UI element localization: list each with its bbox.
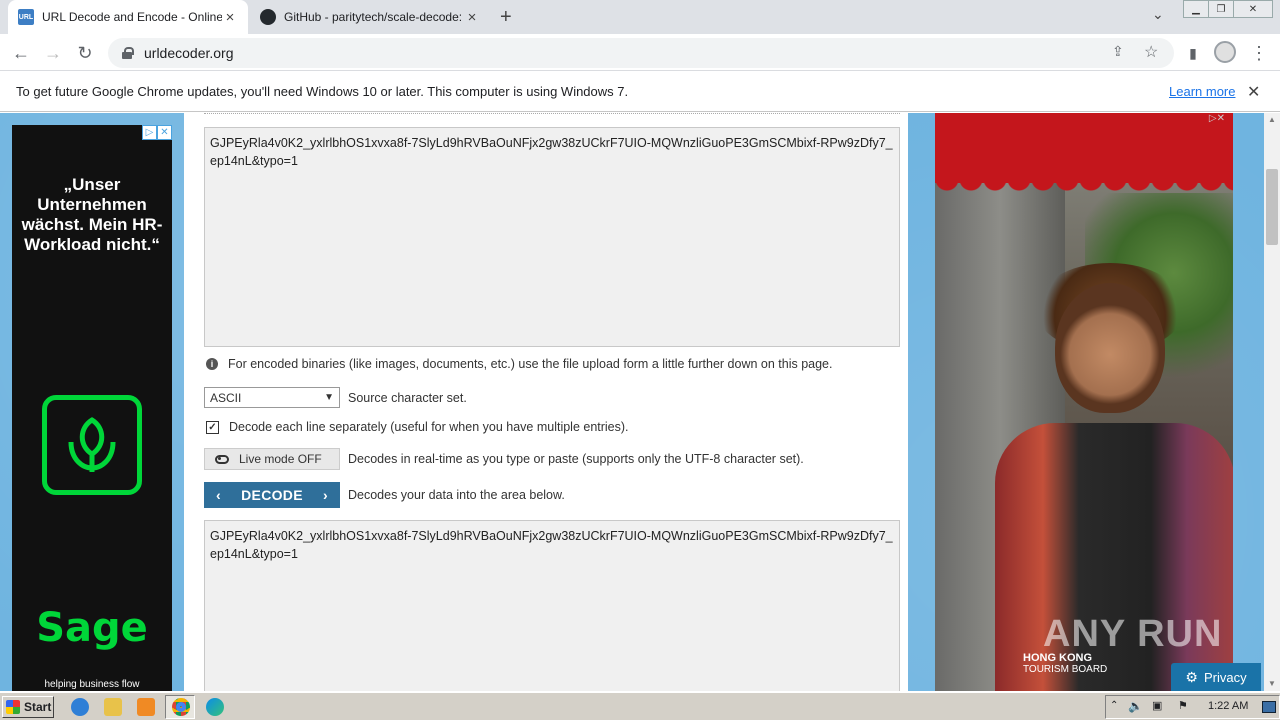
close-icon[interactable]: × bbox=[464, 9, 480, 26]
scrollbar-thumb[interactable] bbox=[1266, 169, 1278, 245]
info-icon: i bbox=[206, 358, 218, 370]
left-advertisement[interactable]: ▷ ✕ „Unser Unternehmen wächst. Mein HR-W… bbox=[12, 125, 172, 691]
reload-icon[interactable]: ↻ bbox=[72, 40, 98, 66]
minimize-icon[interactable]: ▁ bbox=[1183, 0, 1209, 18]
ad-close-icon[interactable]: ✕ bbox=[157, 125, 172, 140]
live-mode-desc: Decodes in real-time as you type or past… bbox=[348, 452, 804, 466]
tab-github[interactable]: GitHub - paritytech/scale-decode: De × bbox=[250, 0, 490, 34]
anyrun-watermark: ANY RUN bbox=[1043, 613, 1223, 655]
chevron-left-icon: ‹ bbox=[216, 487, 221, 503]
lock-icon bbox=[122, 47, 134, 59]
tab-title: URL Decode and Encode - Online bbox=[42, 10, 222, 24]
tab-strip: URL URL Decode and Encode - Online × Git… bbox=[0, 0, 1280, 34]
tab-url-decoder[interactable]: URL URL Decode and Encode - Online × bbox=[8, 0, 248, 34]
decode-row: ‹ DECODE › Decodes your data into the ar… bbox=[204, 482, 565, 508]
windows-logo-icon bbox=[6, 700, 20, 714]
address-bar[interactable]: urldecoder.org ⇪ ☆ bbox=[108, 38, 1174, 68]
page-scrollbar[interactable]: ▲ ▼ bbox=[1264, 113, 1280, 691]
start-button[interactable]: Start bbox=[2, 696, 54, 718]
flag-icon[interactable]: ⚑ bbox=[1178, 699, 1188, 712]
windows-taskbar: Start ⌃ 🔈 ▣ ⚑ 1:22 AM bbox=[0, 692, 1280, 720]
folder-icon[interactable] bbox=[104, 698, 122, 716]
urldecoder-favicon-icon: URL bbox=[18, 9, 34, 25]
new-tab-icon[interactable]: + bbox=[500, 6, 512, 29]
each-line-label: Decode each line separately (useful for … bbox=[229, 420, 629, 434]
adchoices-icon[interactable]: ▷ bbox=[142, 125, 157, 140]
system-tray: ⌃ 🔈 ▣ ⚑ bbox=[1105, 695, 1280, 719]
github-icon bbox=[260, 9, 276, 25]
browser-toolbar: ← → ↻ urldecoder.org ⇪ ☆ ▮ ⋮ bbox=[0, 34, 1280, 71]
sage-logo: Sage bbox=[36, 605, 148, 651]
charset-row: ASCII ▼ Source character set. bbox=[204, 387, 467, 408]
back-icon[interactable]: ← bbox=[8, 40, 34, 66]
window-close-icon[interactable]: ✕ bbox=[1233, 0, 1273, 18]
restore-icon[interactable]: ❐ bbox=[1208, 0, 1234, 18]
media-player-icon[interactable] bbox=[137, 698, 155, 716]
binary-note-text: For encoded binaries (like images, docum… bbox=[228, 357, 833, 371]
edge-icon[interactable] bbox=[206, 698, 224, 716]
output-textarea[interactable]: GJPEyRla4v0K2_yxlrlbhOS1xvxa8f-7SlyLd9hR… bbox=[204, 520, 900, 691]
url-text: urldecoder.org bbox=[144, 45, 234, 61]
forward-icon[interactable]: → bbox=[40, 40, 66, 66]
show-desktop-icon[interactable] bbox=[1262, 701, 1276, 713]
menu-kebab-icon[interactable]: ⋮ bbox=[1246, 40, 1272, 66]
scroll-up-icon[interactable]: ▲ bbox=[1268, 115, 1276, 124]
right-advertisement[interactable]: ANY RUN HONG KONG TOURISM BOARD ▷✕ bbox=[935, 113, 1233, 691]
gear-icon: ⚙ bbox=[1185, 668, 1198, 685]
privacy-button[interactable]: ⚙ Privacy bbox=[1171, 663, 1261, 691]
volume-icon[interactable]: 🔈 bbox=[1128, 699, 1143, 713]
binary-note: i For encoded binaries (like images, doc… bbox=[204, 357, 833, 371]
infobar-message: To get future Google Chrome updates, you… bbox=[16, 84, 629, 99]
tray-expand-icon[interactable]: ⌃ bbox=[1110, 700, 1118, 711]
tab-title: GitHub - paritytech/scale-decode: De bbox=[284, 10, 464, 24]
each-line-checkbox[interactable]: ✓ bbox=[206, 420, 219, 434]
sage-tagline: helping business flow bbox=[44, 679, 140, 690]
hktb-logo: HONG KONG TOURISM BOARD bbox=[1023, 652, 1108, 676]
star-icon[interactable]: ☆ bbox=[1144, 42, 1158, 62]
live-mode-row: Live mode OFF Decodes in real-time as yo… bbox=[204, 448, 804, 470]
chevron-down-icon[interactable]: ⌄ bbox=[1152, 6, 1164, 23]
live-mode-toggle[interactable]: Live mode OFF bbox=[204, 448, 340, 470]
ad-quote: „Unser Unternehmen wächst. Mein HR-Workl… bbox=[21, 175, 163, 254]
toggle-icon bbox=[215, 454, 229, 464]
profile-avatar-icon[interactable] bbox=[1214, 41, 1236, 63]
chevron-down-icon: ▼ bbox=[324, 392, 334, 403]
chrome-icon[interactable] bbox=[172, 698, 190, 716]
charset-label: Source character set. bbox=[348, 390, 467, 405]
charset-select[interactable]: ASCII ▼ bbox=[204, 387, 340, 408]
red-awning bbox=[935, 113, 1233, 193]
network-icon[interactable]: ▣ bbox=[1152, 699, 1162, 712]
share-icon[interactable]: ⇪ bbox=[1112, 43, 1124, 60]
sage-plant-icon bbox=[42, 395, 142, 495]
chrome-update-infobar: To get future Google Chrome updates, you… bbox=[0, 72, 1280, 112]
decode-desc: Decodes your data into the area below. bbox=[348, 488, 565, 502]
page-content: ▷ ✕ „Unser Unternehmen wächst. Mein HR-W… bbox=[0, 113, 1264, 691]
learn-more-link[interactable]: Learn more bbox=[1169, 84, 1235, 99]
side-panel-icon[interactable]: ▮ bbox=[1180, 40, 1206, 66]
each-line-row: ✓ Decode each line separately (useful fo… bbox=[204, 420, 629, 434]
close-icon[interactable]: × bbox=[222, 9, 238, 26]
ie-icon[interactable] bbox=[71, 698, 89, 716]
scroll-down-icon[interactable]: ▼ bbox=[1268, 679, 1276, 688]
decoder-panel: GJPEyRla4v0K2_yxlrlbhOS1xvxa8f-7SlyLd9hR… bbox=[184, 113, 908, 691]
taskbar-clock: 1:22 AM bbox=[1208, 700, 1249, 712]
input-textarea[interactable]: GJPEyRla4v0K2_yxlrlbhOS1xvxa8f-7SlyLd9hR… bbox=[204, 127, 900, 347]
decode-button[interactable]: ‹ DECODE › bbox=[204, 482, 340, 508]
ad-close-icon[interactable]: ▷✕ bbox=[1209, 113, 1225, 124]
chevron-right-icon: › bbox=[323, 487, 328, 503]
close-icon[interactable]: ✕ bbox=[1247, 82, 1260, 102]
